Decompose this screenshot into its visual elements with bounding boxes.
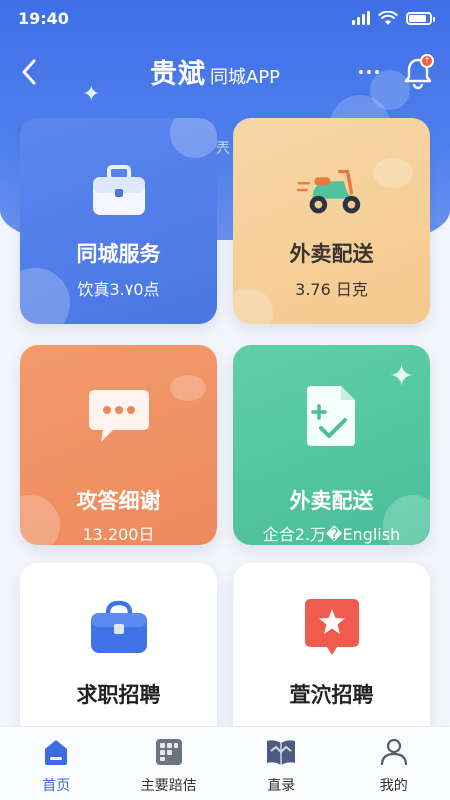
more-dot [367,70,371,74]
battery-icon [406,11,435,25]
bottom-tab-bar: 首页 主要踣佶 直录 我的 [0,726,450,800]
document-check-icon [297,381,367,451]
bag-icon [84,593,154,663]
more-dot [375,70,379,74]
notification-badge: ↑ [420,54,434,68]
card-subtitle: 企合2.万�English [262,525,401,544]
chat-bubble-icon [84,381,154,451]
card-recruitment[interactable]: 萓泬招聘 1. 8. 口克 [233,563,430,753]
notification-button[interactable]: ↑ [400,54,436,90]
star-card-icon [297,593,367,663]
book-icon [264,735,298,769]
back-button[interactable] [14,54,44,90]
tab-label: 主要踣佶 [140,778,197,794]
card-delivery-records[interactable]: ✦ 外卖配送 企合2.万�English [233,345,430,545]
tab-home[interactable]: 首页 [6,735,106,795]
card-subtitle: 3.76 日克 [295,280,368,299]
card-label: 求职招聘 [76,683,161,707]
user-icon [377,735,411,769]
card-label: 外卖配送 [289,489,374,513]
card-label: 萓泬招聘 [289,683,374,707]
tab-label: 首页 [42,778,71,794]
more-options-button[interactable] [352,58,386,86]
card-subtitle: 13.200日 [82,525,155,544]
status-time: 19:40 [18,8,69,28]
tab-directory[interactable]: 直录 [231,735,331,795]
card-job-recruitment[interactable]: 求职招聘 纾:Ә.1小泣 [20,563,217,753]
more-dot [359,70,363,74]
home-icon [39,735,73,769]
scooter-icon [296,156,367,226]
wifi-icon [378,10,398,25]
app-subtitle: 同城APP [210,67,281,88]
card-qa[interactable]: 攻答细谢 13.200日 [20,345,217,545]
card-label: 同城服务 [76,242,161,266]
grid-icon [152,735,186,769]
header-ghost-text: 兲 [216,141,230,157]
card-subtitle: 饮真3.٧0点 [77,280,160,299]
chevron-left-icon [22,59,36,85]
page-title: 贵斌 同城APP [150,52,280,91]
card-label: 外卖配送 [289,242,374,266]
status-bar: 19:40 [0,0,450,36]
tab-label: 我的 [379,778,408,794]
briefcase-icon [84,156,154,226]
tab-main[interactable]: 主要踣佶 [119,735,219,795]
card-local-service[interactable]: 同城服务 饮真3.٧0点 [20,118,217,324]
card-food-delivery[interactable]: 外卖配送 3.76 日克 [233,118,430,324]
app-title: 贵斌 [150,59,206,90]
cellular-signal-icon [352,11,370,25]
card-label: 攻答细谢 [76,489,161,513]
tab-profile[interactable]: 我的 [344,735,444,795]
tab-label: 直录 [267,778,296,794]
navigation-bar: 贵斌 同城APP ↑ [0,46,450,98]
